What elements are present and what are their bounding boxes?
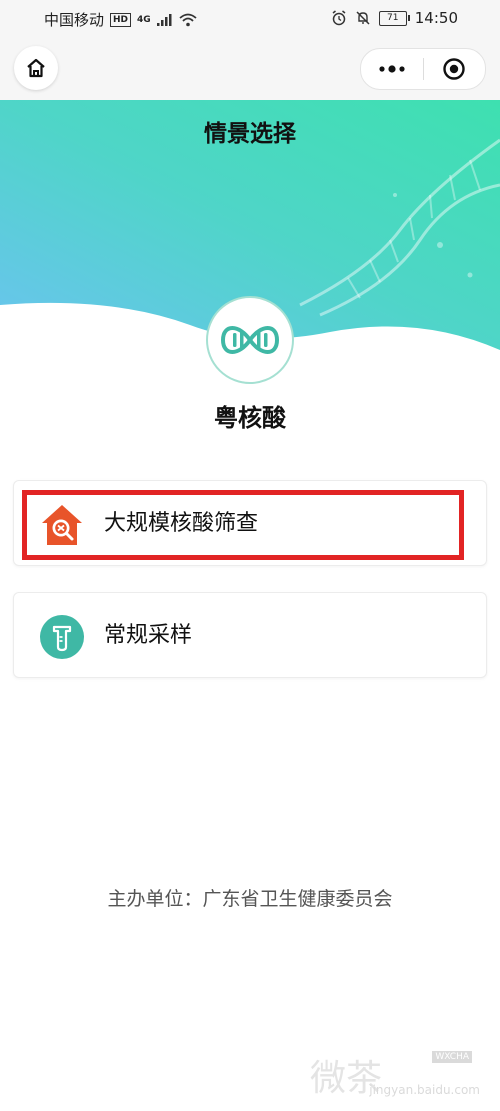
target-circle-icon <box>443 58 465 80</box>
app-name: 粤核酸 <box>214 404 286 432</box>
hd-badge: HD <box>110 12 132 27</box>
test-tube-icon <box>40 615 84 659</box>
option-routine-sampling[interactable]: 常规采样 <box>13 592 487 678</box>
more-button[interactable] <box>361 49 423 89</box>
watermark-tag: WXCHA <box>432 1051 472 1063</box>
wifi-icon <box>179 13 197 26</box>
carrier-label: 中国移动 <box>44 11 105 29</box>
option-mass-screening[interactable]: 大规模核酸筛查 <box>13 480 487 566</box>
more-dots-icon <box>379 65 405 73</box>
mini-program-capsule <box>360 48 486 90</box>
organizer-text: 主办单位：广东省卫生健康委员会 <box>107 888 393 910</box>
alarm-icon <box>332 10 346 26</box>
option-label: 常规采样 <box>104 623 193 648</box>
page-title: 情景选择 <box>204 121 296 147</box>
signal-icon <box>156 13 172 26</box>
nav-bar <box>0 36 500 100</box>
status-right: 71 14:50 <box>331 9 458 27</box>
dna-logo-icon <box>220 326 280 354</box>
option-label: 大规模核酸筛查 <box>104 511 259 536</box>
status-left: 中国移动 HD 4G <box>44 9 197 30</box>
clock: 14:50 <box>414 9 458 27</box>
home-icon <box>27 58 45 78</box>
app-logo <box>206 296 294 384</box>
close-button[interactable] <box>424 49 486 89</box>
network-type: 4G <box>137 14 151 25</box>
house-search-icon <box>40 503 84 547</box>
status-bar: 中国移动 HD 4G 71 14:50 <box>0 0 500 36</box>
page: 中国移动 HD 4G 71 14:50 情景选择 粤核酸 大规模核酸筛查 常规采… <box>0 0 500 1111</box>
battery-icon: 71 <box>378 10 410 26</box>
watermark: 微茶 WXCHA jingyan.baidu.com <box>310 1043 480 1103</box>
watermark-url: jingyan.baidu.com <box>369 1083 480 1097</box>
home-button[interactable] <box>14 46 58 90</box>
mute-icon <box>356 11 370 25</box>
